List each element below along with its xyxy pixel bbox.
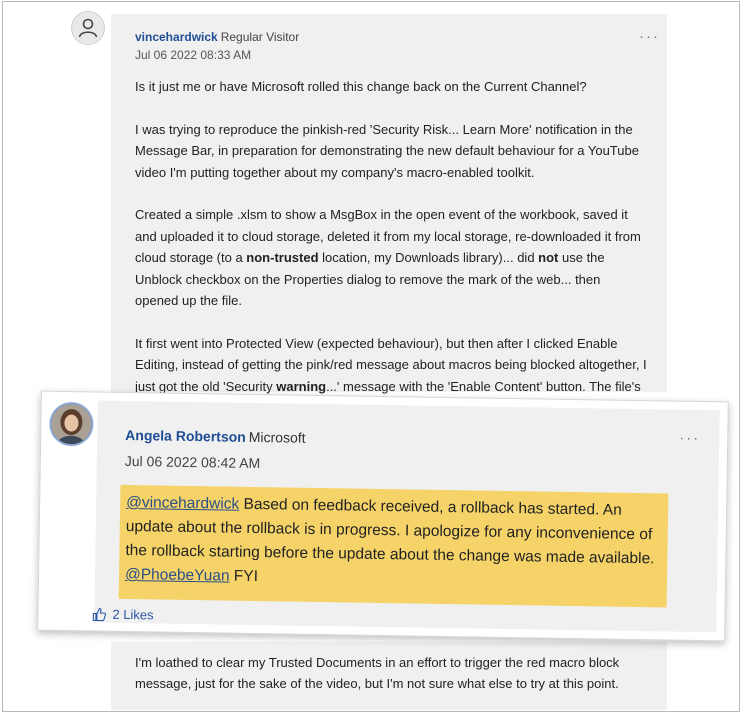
reply-author-name[interactable]: Angela Robertson <box>125 427 246 445</box>
reply-author-line: Angela Robertson Microsoft <box>125 427 306 448</box>
user-avatar-icon[interactable] <box>71 11 105 45</box>
more-options-icon[interactable]: ··· <box>679 430 700 447</box>
original-post-continued: I'm loathed to clear my Trusted Document… <box>111 642 667 710</box>
likes-button[interactable]: 2 Likes <box>92 606 154 623</box>
post-author-line: vincehardwick Regular Visitor <box>135 28 299 46</box>
post-paragraph: Created a simple .xlsm to show a MsgBox … <box>135 207 641 308</box>
mention-link[interactable]: @PhoebeYuan <box>125 566 230 585</box>
reply-author-avatar[interactable] <box>49 401 94 447</box>
post-author-role: Regular Visitor <box>220 30 300 44</box>
reply-date: Jul 06 2022 08:42 AM <box>124 452 261 472</box>
mention-link[interactable]: @vincehardwick <box>126 494 239 513</box>
reply-card-panel: Angela Robertson Microsoft Jul 06 2022 08… <box>37 390 729 642</box>
post-paragraph: I was trying to reproduce the pinkish-re… <box>135 121 639 180</box>
likes-count: 2 Likes <box>112 606 154 623</box>
post-paragraph: Is it just me or have Microsoft rolled t… <box>135 79 587 94</box>
post-author-name[interactable]: vincehardwick <box>135 30 218 44</box>
reply-message: @vincehardwick Based on feedback receive… <box>124 493 655 586</box>
reply-body-area: Angela Robertson Microsoft Jul 06 2022 08… <box>94 400 720 633</box>
thumbs-up-icon <box>92 607 107 621</box>
reply-card: Angela Robertson Microsoft Jul 06 2022 08… <box>37 390 729 642</box>
original-post: vincehardwick Regular Visitor Jul 06 2022… <box>111 14 667 437</box>
post-paragraph: I'm loathed to clear my Trusted Document… <box>135 655 620 691</box>
reply-author-role: Microsoft <box>248 428 306 446</box>
more-options-icon[interactable]: ··· <box>639 28 660 45</box>
post-date: Jul 06 2022 08:33 AM <box>135 48 252 62</box>
screenshot-frame: vincehardwick Regular Visitor Jul 06 2022… <box>2 1 740 712</box>
